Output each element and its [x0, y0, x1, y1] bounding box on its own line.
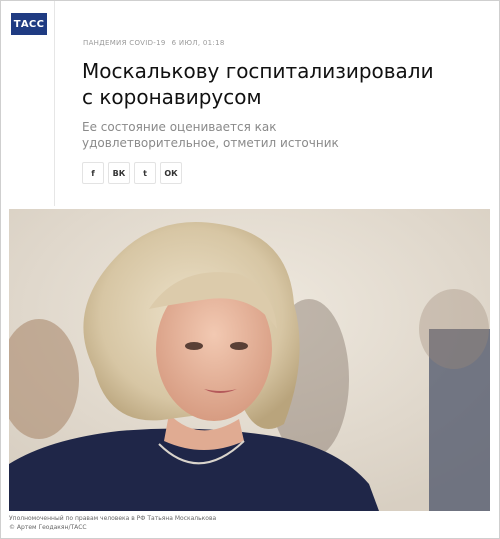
article-lead: Ее состояние оценивается как удовлетвори… [82, 120, 339, 150]
rubric-link[interactable]: ПАНДЕМИЯ COVID-19 [83, 39, 166, 47]
odnoklassniki-icon: ОК [164, 168, 178, 178]
vk-share-button[interactable]: ВК [108, 162, 130, 184]
tass-logo[interactable]: ТАСС [11, 13, 47, 35]
twitter-share-button[interactable]: t [134, 162, 156, 184]
odnoklassniki-share-button[interactable]: ОК [160, 162, 182, 184]
sidebar: ТАСС [1, 1, 54, 201]
photo-credit: © Артем Геодакян/ТАСС [9, 524, 87, 531]
facebook-share-button[interactable]: f [82, 162, 104, 184]
caption-text: Уполномоченный по правам человека в РФ Т… [9, 515, 217, 522]
article-title: Москалькову госпитализировали с коронави… [82, 59, 434, 109]
twitter-icon: t [143, 168, 147, 178]
vk-icon: ВК [112, 168, 126, 178]
publish-date: 6 ИЮЛ, 01:18 [171, 39, 225, 47]
article-meta: ПАНДЕМИЯ COVID-19 6 ИЮЛ, 01:18 [83, 39, 225, 47]
share-buttons: f ВК t ОК [82, 162, 182, 184]
portrait-illustration [9, 209, 490, 511]
sidebar-divider [54, 1, 55, 206]
photo-caption: Уполномоченный по правам человека в РФ Т… [9, 514, 216, 532]
article-photo [9, 209, 490, 511]
facebook-icon: f [91, 168, 95, 178]
